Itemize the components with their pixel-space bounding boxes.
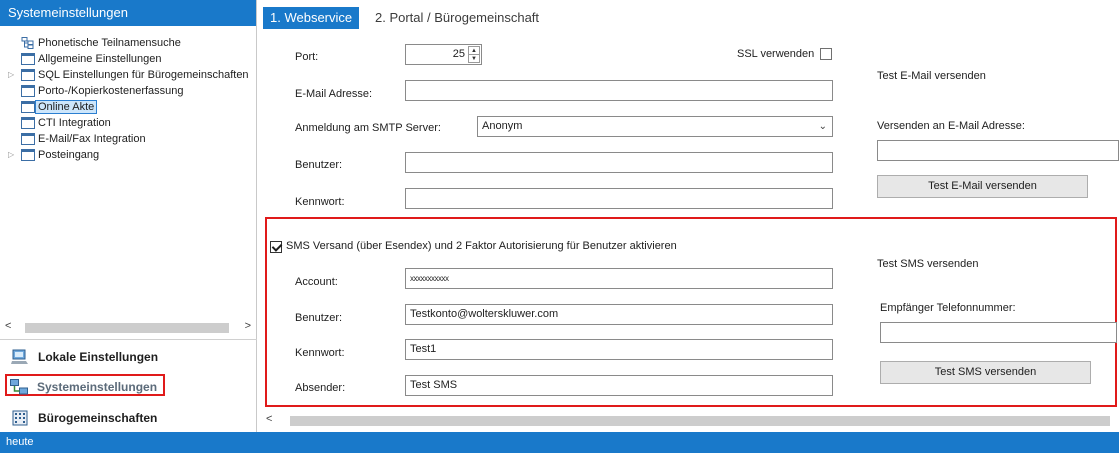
tree-item-posteingang[interactable]: ▷ Posteingang <box>0 147 257 163</box>
expand-arrow-icon[interactable]: ▷ <box>8 67 16 83</box>
sms-sender-input[interactable]: Test SMS <box>405 375 833 396</box>
tab-webservice[interactable]: 1. Webservice <box>263 7 360 29</box>
settings-tree: Phonetische Teilnamensuche Allgemeine Ei… <box>0 35 257 163</box>
tree-item-label: Porto-/Kopierkostenerfassung <box>38 85 184 97</box>
status-bar: heute <box>0 432 1119 453</box>
port-value: 25 <box>452 48 465 60</box>
sms-user-input[interactable]: Testkonto@wolterskluwer.com <box>405 304 833 325</box>
content-horizontal-scrollbar[interactable]: < <box>263 412 1119 428</box>
tree-item-label: SQL Einstellungen für Bürogemeinschaften <box>38 69 249 81</box>
tree-horizontal-scrollbar[interactable]: < > <box>5 320 251 335</box>
tree-item-label: Allgemeine Einstellungen <box>38 53 162 65</box>
folder-icon <box>21 69 35 81</box>
building-icon <box>11 410 29 426</box>
folder-icon <box>21 149 35 161</box>
email-address-label: E-Mail Adresse: <box>295 88 373 100</box>
ssl-label: SSL verwenden <box>737 48 815 60</box>
tree-item-email-fax-integration[interactable]: E-Mail/Fax Integration <box>0 131 257 147</box>
test-email-title: Test E-Mail versenden <box>877 70 986 82</box>
tree-item-label: E-Mail/Fax Integration <box>38 133 146 145</box>
ssl-checkbox[interactable] <box>820 48 832 60</box>
sms-password-input[interactable]: Test1 <box>405 339 833 360</box>
password-input[interactable] <box>405 188 833 209</box>
scrollbar-thumb[interactable] <box>290 416 1110 426</box>
test-email-to-input[interactable] <box>877 140 1119 161</box>
scroll-left-arrow-icon[interactable]: < <box>266 413 272 425</box>
smtp-login-value: Anonym <box>482 120 523 132</box>
nav-systemeinstellungen-button[interactable]: Systemeinstellungen <box>5 374 165 396</box>
folder-icon <box>21 85 35 97</box>
test-email-to-label: Versenden an E-Mail Adresse: <box>877 120 1025 132</box>
chevron-down-icon: ⌄ <box>818 121 827 132</box>
sms-enable-label: SMS Versand (über Esendex) und 2 Faktor … <box>286 240 677 252</box>
spin-down-icon[interactable]: ▼ <box>469 55 479 63</box>
user-input[interactable] <box>405 152 833 173</box>
tree-item-online-akte[interactable]: Online Akte <box>0 99 257 115</box>
tree-item-label: Online Akte <box>35 100 98 114</box>
sms-account-input[interactable]: xxxxxxxxxxx <box>405 268 833 289</box>
folder-icon <box>21 101 35 113</box>
port-stepper[interactable]: 25 ▲ ▼ <box>405 44 482 65</box>
tree-item-sql-einstellungen[interactable]: ▷ SQL Einstellungen für Bürogemeinschaft… <box>0 67 257 83</box>
tree-structure-icon <box>21 37 35 49</box>
sms-password-label: Kennwort: <box>295 347 345 359</box>
nav-lokale-einstellungen-button[interactable]: Lokale Einstellungen <box>8 346 168 368</box>
tree-item-cti-integration[interactable]: CTI Integration <box>0 115 257 131</box>
network-icon <box>10 379 28 395</box>
sms-enable-checkbox[interactable] <box>270 241 282 253</box>
test-sms-phone-input[interactable] <box>880 322 1117 343</box>
tree-item-label: CTI Integration <box>38 117 111 129</box>
spin-up-icon[interactable]: ▲ <box>469 47 479 55</box>
tree-item-phonetische-teilnamensuche[interactable]: Phonetische Teilnamensuche <box>0 35 257 51</box>
navigation-pane-title: Systemeinstellungen <box>0 0 256 26</box>
sms-user-label: Benutzer: <box>295 312 343 324</box>
port-spin-buttons[interactable]: ▲ ▼ <box>468 46 480 63</box>
port-label: Port: <box>295 51 319 63</box>
nav-label: Bürogemeinschaften <box>38 411 158 425</box>
nav-buerogemeinschaften-button[interactable]: Bürogemeinschaften <box>8 407 168 429</box>
test-sms-send-button[interactable]: Test SMS versenden <box>880 361 1091 384</box>
sms-sender-label: Absender: <box>295 382 346 394</box>
sms-account-label: Account: <box>295 276 338 288</box>
smtp-login-select[interactable]: Anonym ⌄ <box>477 116 833 137</box>
scrollbar-thumb[interactable] <box>25 323 229 333</box>
smtp-login-label: Anmeldung am SMTP Server: <box>295 122 441 134</box>
navigation-pane: Systemeinstellungen Phonetische Teilname… <box>0 0 257 432</box>
folder-icon <box>21 53 35 65</box>
status-text: heute <box>6 436 34 448</box>
password-label: Kennwort: <box>295 196 345 208</box>
test-sms-title: Test SMS versenden <box>877 258 979 270</box>
email-address-input[interactable] <box>405 80 833 101</box>
tab-portal-buerogemeinschaft[interactable]: 2. Portal / Bürogemeinschaft <box>375 7 539 29</box>
scroll-right-arrow-icon[interactable]: > <box>245 320 251 332</box>
scroll-left-arrow-icon[interactable]: < <box>5 320 11 332</box>
tree-item-label: Posteingang <box>38 149 100 161</box>
test-sms-phone-label: Empfänger Telefonnummer: <box>880 302 1016 314</box>
tree-item-label: Phonetische Teilnamensuche <box>38 37 181 49</box>
app-window: Systemeinstellungen Phonetische Teilname… <box>0 0 1119 453</box>
tree-item-porto-kopierkostenerfassung[interactable]: Porto-/Kopierkostenerfassung <box>0 83 257 99</box>
divider <box>0 339 257 340</box>
user-label: Benutzer: <box>295 159 343 171</box>
nav-label: Lokale Einstellungen <box>38 350 159 364</box>
folder-icon <box>21 117 35 129</box>
folder-icon <box>21 133 35 145</box>
tree-item-allgemeine-einstellungen[interactable]: Allgemeine Einstellungen <box>0 51 257 67</box>
expand-arrow-icon[interactable]: ▷ <box>8 147 16 163</box>
test-email-send-button[interactable]: Test E-Mail versenden <box>877 175 1088 198</box>
computer-icon <box>11 349 29 365</box>
nav-label: Systemeinstellungen <box>37 380 158 394</box>
